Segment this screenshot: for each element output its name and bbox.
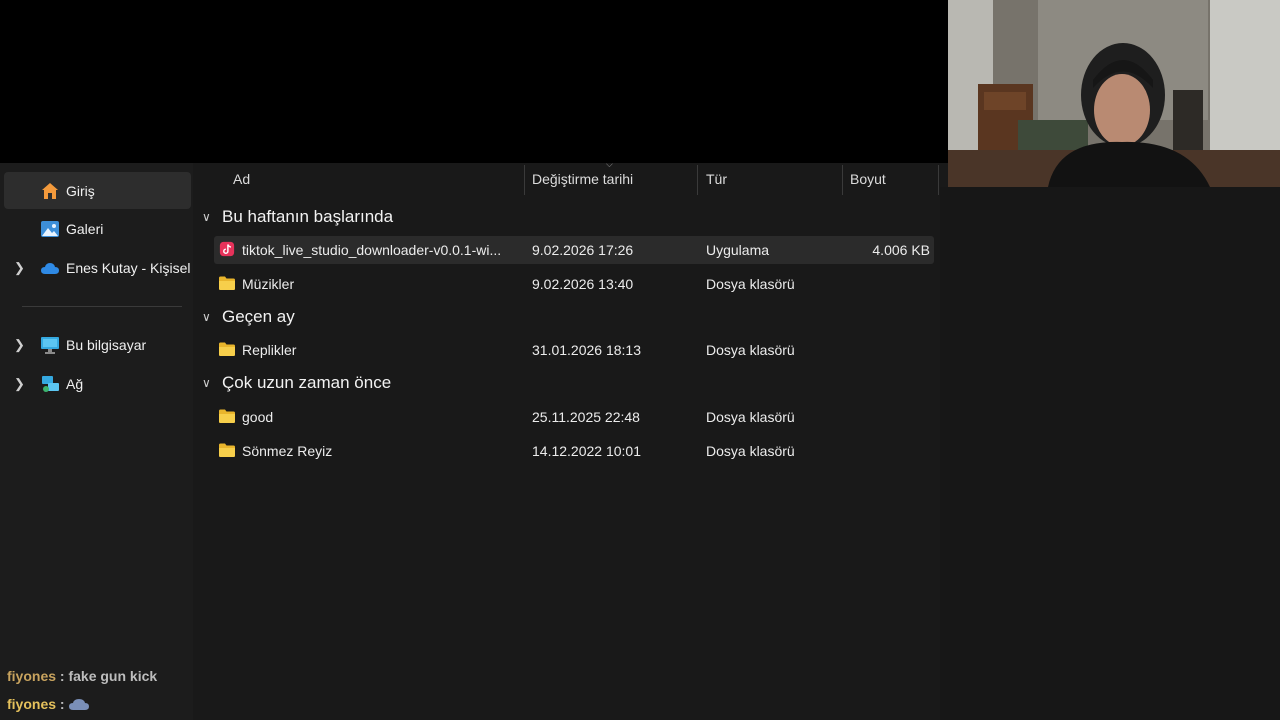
- gallery-icon: [41, 220, 59, 237]
- file-type: Dosya klasörü: [706, 342, 795, 358]
- file-name: Replikler: [242, 342, 297, 358]
- file-name: Sönmez Reyiz: [242, 443, 333, 459]
- file-name: good: [242, 409, 274, 425]
- file-row[interactable]: tiktok_live_studio_downloader-v0.0.1-wi.…: [214, 236, 934, 264]
- group-header[interactable]: ∨ Bu haftanın başlarında: [202, 205, 393, 229]
- webcam-overlay: [948, 0, 1280, 187]
- sidebar-item-label: Enes Kutay - Kişisel: [66, 259, 191, 276]
- stream-overlay-right-panel: [940, 187, 1280, 720]
- file-date: 25.11.2025 22:48: [532, 409, 640, 425]
- column-header-size[interactable]: Boyut: [850, 163, 886, 195]
- group-title: Geçen ay: [222, 307, 295, 326]
- chevron-down-icon[interactable]: ∨: [202, 210, 218, 224]
- sidebar-divider: [22, 306, 182, 307]
- navigation-pane: Giriş Galeri ❯ Enes Kutay - Kişisel ❯ Bu…: [0, 163, 193, 720]
- sidebar-item-this-pc[interactable]: ❯ Bu bilgisayar: [4, 326, 191, 363]
- chevron-right-icon[interactable]: ❯: [14, 376, 25, 391]
- tiktok-app-icon: [219, 241, 235, 257]
- group-title: Bu haftanın başlarında: [222, 207, 394, 226]
- file-name: Müzikler: [242, 276, 295, 292]
- column-header-type[interactable]: Tür: [706, 163, 727, 195]
- sidebar-item-home[interactable]: Giriş: [4, 172, 191, 209]
- column-divider[interactable]: [697, 165, 698, 195]
- chat-separator: :: [56, 668, 69, 684]
- chevron-down-icon[interactable]: ∨: [202, 376, 218, 390]
- file-list-view: Ad ⌵ Değiştirme tarihi Tür Boyut ∨ Bu ha…: [196, 159, 940, 720]
- file-type: Uygulama: [706, 242, 770, 258]
- chat-message: fiyones :: [7, 696, 90, 712]
- chat-separator: :: [56, 696, 69, 712]
- sidebar-item-network[interactable]: ❯ Ağ: [4, 365, 191, 402]
- computer-icon: [41, 336, 59, 354]
- file-row[interactable]: Müzikler 9.02.2026 13:40 Dosya klasörü: [214, 270, 934, 298]
- group-header[interactable]: ∨ Geçen ay: [202, 305, 295, 329]
- file-date: 9.02.2026 13:40: [532, 276, 634, 292]
- file-type: Dosya klasörü: [706, 276, 795, 292]
- file-row[interactable]: good 25.11.2025 22:48 Dosya klasörü: [214, 403, 934, 431]
- column-divider[interactable]: [524, 165, 525, 195]
- folder-icon: [219, 443, 235, 457]
- file-row[interactable]: Replikler 31.01.2026 18:13 Dosya klasörü: [214, 336, 934, 364]
- folder-icon: [219, 342, 235, 356]
- home-icon: [42, 182, 58, 199]
- file-date: 14.12.2022 10:01: [532, 443, 641, 459]
- file-row[interactable]: Sönmez Reyiz 14.12.2022 10:01 Dosya klas…: [214, 437, 934, 465]
- sidebar-item-gallery[interactable]: Galeri: [4, 210, 191, 247]
- file-size: 4.006 KB: [872, 242, 930, 258]
- webcam-image: [948, 0, 1280, 187]
- group-title: Çok uzun zaman önce: [222, 373, 392, 392]
- folder-icon: [219, 409, 235, 423]
- column-divider[interactable]: [842, 165, 843, 195]
- folder-icon: [219, 276, 235, 290]
- sidebar-item-onedrive[interactable]: ❯ Enes Kutay - Kişisel: [4, 249, 191, 286]
- onedrive-cloud-icon: [41, 262, 59, 274]
- chevron-right-icon[interactable]: ❯: [14, 260, 25, 275]
- file-date: 31.01.2026 18:13: [532, 342, 641, 358]
- column-divider[interactable]: [938, 165, 939, 195]
- cloud-emote-icon: [69, 699, 90, 710]
- chevron-right-icon[interactable]: ❯: [14, 337, 25, 352]
- chevron-down-icon[interactable]: ∨: [202, 310, 218, 324]
- file-date: 9.02.2026 17:26: [532, 242, 634, 258]
- sidebar-item-label: Giriş: [66, 182, 95, 199]
- column-header-date[interactable]: Değiştirme tarihi: [532, 163, 633, 195]
- sidebar-item-label: Galeri: [66, 220, 104, 237]
- group-header[interactable]: ∨ Çok uzun zaman önce: [202, 371, 391, 395]
- column-header-name[interactable]: Ad: [233, 163, 250, 195]
- file-name: tiktok_live_studio_downloader-v0.0.1-wi.…: [242, 242, 502, 258]
- chat-message: fiyones : fake gun kick: [7, 668, 157, 684]
- chat-username: fiyones: [7, 696, 57, 712]
- sidebar-item-label: Ağ: [66, 375, 84, 392]
- file-type: Dosya klasörü: [706, 443, 795, 459]
- sidebar-item-label: Bu bilgisayar: [66, 336, 147, 353]
- chat-text: fake gun kick: [68, 668, 158, 684]
- chat-username: fiyones: [7, 668, 57, 684]
- network-icon: [42, 375, 59, 392]
- file-type: Dosya klasörü: [706, 409, 795, 425]
